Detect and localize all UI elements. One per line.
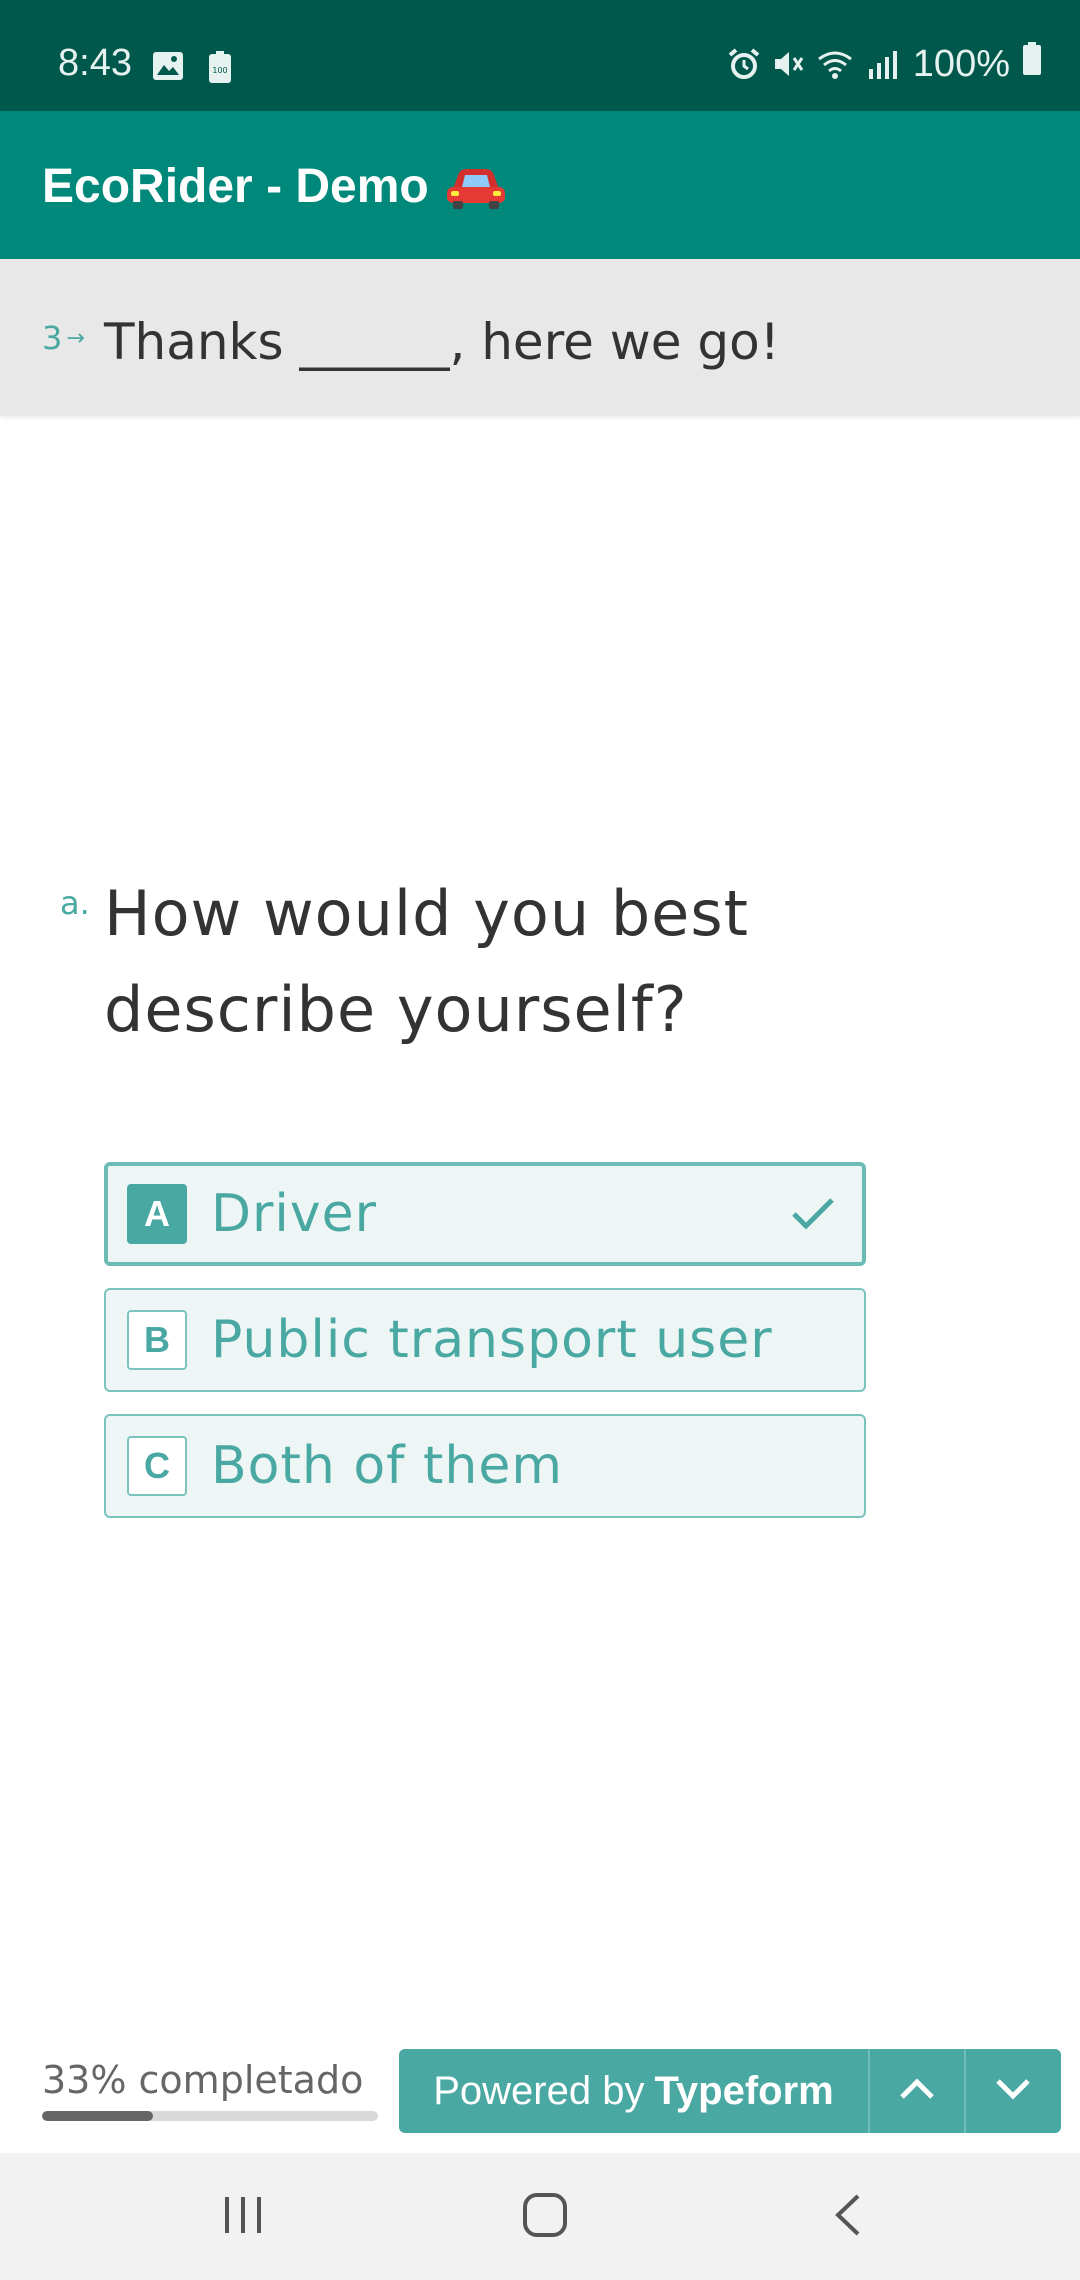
mute-icon bbox=[771, 47, 805, 81]
choice-label: Both of them bbox=[211, 1436, 564, 1496]
status-icons bbox=[727, 47, 901, 81]
status-bar: 8:43 100 100% bbox=[0, 0, 1080, 111]
choice-b[interactable]: B Public transport user bbox=[104, 1288, 866, 1392]
header-arrow-icon: → bbox=[66, 325, 85, 351]
progress-fill bbox=[42, 2111, 153, 2121]
back-button[interactable] bbox=[767, 2153, 927, 2280]
choice-label: Public transport user bbox=[211, 1310, 773, 1370]
screen: 8:43 100 100% EcoRider - Demo 3 → Thanks… bbox=[0, 0, 1080, 2280]
choice-key: A bbox=[127, 1184, 187, 1244]
powered-prefix: Powered by bbox=[433, 2068, 645, 2113]
alarm-icon bbox=[727, 47, 761, 81]
choice-c[interactable]: C Both of them bbox=[104, 1414, 866, 1518]
status-right: 100% bbox=[727, 42, 1042, 86]
status-time: 8:43 bbox=[58, 42, 132, 84]
powered-by-typeform-link[interactable]: Powered by Typeform bbox=[399, 2049, 868, 2133]
image-icon bbox=[152, 51, 184, 87]
app-title: EcoRider - Demo bbox=[42, 159, 507, 214]
battery-icon bbox=[1022, 42, 1042, 86]
header-number-text: 3 bbox=[42, 319, 63, 357]
next-question-button[interactable] bbox=[964, 2049, 1060, 2133]
red-car-icon bbox=[445, 163, 507, 211]
previous-question-button[interactable] bbox=[868, 2049, 964, 2133]
app-bar: EcoRider - Demo bbox=[0, 111, 1080, 259]
choice-label: Driver bbox=[211, 1184, 378, 1244]
wifi-icon bbox=[815, 47, 855, 81]
choice-list: A Driver B Public transport user C Both … bbox=[104, 1162, 866, 1540]
header-number: 3 → bbox=[42, 319, 85, 357]
back-icon bbox=[832, 2193, 862, 2241]
progress-bar bbox=[42, 2111, 378, 2121]
signal-icon bbox=[865, 47, 901, 81]
home-icon bbox=[522, 2192, 568, 2242]
powered-by-bar: Powered by Typeform bbox=[399, 2049, 1061, 2133]
choice-a[interactable]: A Driver bbox=[104, 1162, 866, 1266]
app-title-text: EcoRider - Demo bbox=[42, 160, 429, 213]
chevron-up-icon bbox=[899, 2077, 935, 2105]
powered-brand: Typeform bbox=[654, 2068, 834, 2113]
battery-saver-icon: 100 bbox=[208, 51, 232, 87]
home-button[interactable] bbox=[465, 2153, 625, 2280]
choice-key: C bbox=[127, 1436, 187, 1496]
recent-apps-button[interactable] bbox=[163, 2153, 323, 2280]
chevron-down-icon bbox=[995, 2077, 1031, 2105]
recent-apps-icon bbox=[222, 2195, 264, 2239]
system-nav-bar bbox=[0, 2153, 1080, 2280]
question-text: How would you best describe yourself? bbox=[104, 877, 749, 1046]
header-strip: 3 → Thanks ______, here we go! bbox=[0, 259, 1080, 416]
choice-key: B bbox=[127, 1310, 187, 1370]
svg-text:100: 100 bbox=[212, 66, 227, 75]
question-letter: a. bbox=[60, 884, 90, 922]
status-left-icons: 100 bbox=[152, 51, 232, 87]
header-text: Thanks ______, here we go! bbox=[104, 313, 780, 371]
progress-label: 33% completado bbox=[42, 2058, 364, 2102]
battery-text: 100% bbox=[912, 42, 1010, 85]
checkmark-icon bbox=[790, 1194, 836, 1238]
